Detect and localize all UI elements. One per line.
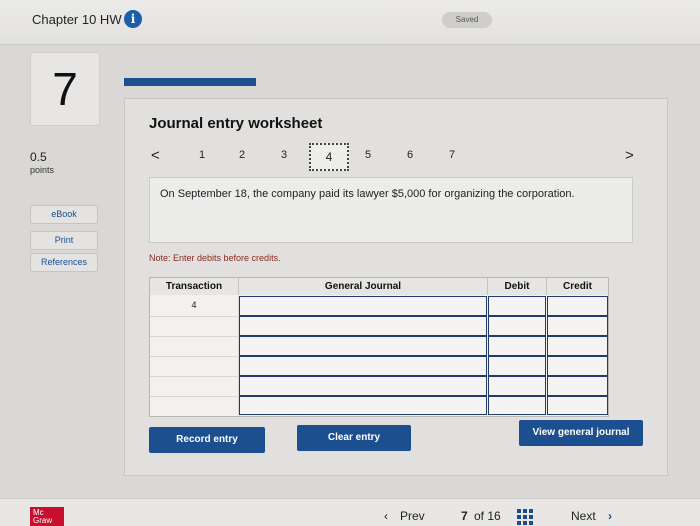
record-entry-button[interactable]: Record entry [149, 427, 265, 453]
prev-button[interactable]: Prev [400, 509, 425, 523]
progress-bar [124, 78, 256, 86]
footer-bar: Mc Graw ‹ Prev 7 of 16 Next › [0, 498, 700, 526]
column-header-debit: Debit [488, 278, 547, 295]
table-row-5-account-input[interactable] [239, 376, 487, 396]
table-row-6-transaction [150, 396, 239, 415]
column-header-transaction: Transaction [150, 278, 239, 295]
nav-item-1[interactable]: 1 [199, 149, 205, 161]
nav-item-4-current[interactable]: 4 [309, 143, 349, 171]
nav-item-5[interactable]: 5 [365, 149, 371, 161]
journal-entry-table: Transaction General Journal Debit Credit… [149, 277, 609, 417]
saved-status-badge: Saved [442, 12, 492, 28]
table-row-6-credit-input[interactable] [547, 396, 608, 415]
table-row-2-account-input[interactable] [239, 316, 487, 336]
points-label: points [30, 165, 55, 175]
table-row-4-transaction [150, 356, 239, 377]
table-row-1-debit-input[interactable] [488, 296, 546, 316]
page-total: of 16 [474, 509, 501, 523]
table-row-3-transaction [150, 336, 239, 357]
nav-next-arrow-icon[interactable]: > [625, 147, 634, 164]
journal-entry-worksheet-panel: Journal entry worksheet < 1 2 3 4 5 6 7 … [124, 98, 668, 476]
table-row-3-account-input[interactable] [239, 336, 487, 356]
ebook-button[interactable]: eBook [30, 205, 98, 224]
nav-item-2[interactable]: 2 [239, 149, 245, 161]
table-row-2-debit-input[interactable] [488, 316, 546, 336]
column-header-general-journal: General Journal [239, 278, 488, 295]
mcgraw-hill-logo: Mc Graw [30, 507, 64, 526]
table-row-5-debit-input[interactable] [488, 376, 546, 396]
points-value: 0.5 [30, 150, 47, 164]
table-row-3-credit-input[interactable] [547, 336, 608, 356]
info-icon[interactable]: i [124, 10, 142, 28]
transaction-description: On September 18, the company paid its la… [160, 188, 575, 200]
transaction-navigation: < 1 2 3 4 5 6 7 > [125, 143, 667, 171]
assignment-title: Chapter 10 HW [32, 12, 122, 27]
table-row-6-debit-input[interactable] [488, 396, 546, 415]
worksheet-title: Journal entry worksheet [149, 115, 323, 132]
table-row-1-credit-input[interactable] [547, 296, 608, 316]
nav-prev-arrow-icon[interactable]: < [151, 147, 160, 164]
table-row-4-credit-input[interactable] [547, 356, 608, 376]
prev-chevron-icon[interactable]: ‹ [384, 509, 388, 523]
next-button[interactable]: Next [571, 509, 596, 523]
table-row-4-debit-input[interactable] [488, 356, 546, 376]
current-page-number: 7 [461, 509, 468, 523]
table-row-2-credit-input[interactable] [547, 316, 608, 336]
table-row-1-account-input[interactable] [239, 296, 487, 316]
transaction-description-box: On September 18, the company paid its la… [149, 177, 633, 243]
table-row-6-account-input[interactable] [239, 396, 487, 415]
references-button[interactable]: References [30, 253, 98, 272]
question-number: 7 [30, 52, 100, 126]
table-row-1-transaction: 4 [150, 296, 239, 317]
print-button[interactable]: Print [30, 231, 98, 250]
table-row-2-transaction [150, 316, 239, 337]
question-grid-icon[interactable] [517, 508, 534, 525]
column-header-credit: Credit [547, 278, 608, 295]
next-chevron-icon[interactable]: › [608, 509, 612, 523]
table-row-3-debit-input[interactable] [488, 336, 546, 356]
nav-item-4-label: 4 [325, 150, 333, 164]
view-general-journal-button[interactable]: View general journal [519, 420, 643, 446]
top-bar: Chapter 10 HW i Saved [0, 0, 700, 45]
table-row-5-credit-input[interactable] [547, 376, 608, 396]
table-row-4-account-input[interactable] [239, 356, 487, 376]
nav-item-6[interactable]: 6 [407, 149, 413, 161]
nav-item-3[interactable]: 3 [281, 149, 287, 161]
table-row-5-transaction [150, 376, 239, 397]
nav-item-7[interactable]: 7 [449, 149, 455, 161]
clear-entry-button[interactable]: Clear entry [297, 425, 411, 451]
debits-note: Note: Enter debits before credits. [149, 253, 281, 263]
